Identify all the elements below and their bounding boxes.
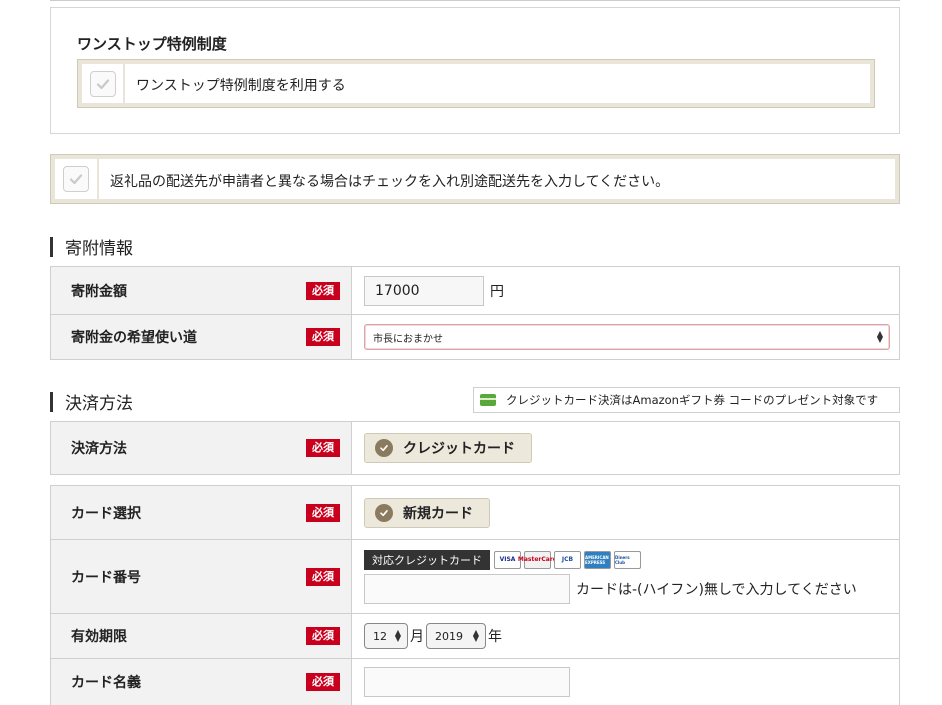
payment-heading-text: 決済方法 [65, 394, 133, 414]
card-number-input[interactable] [364, 573, 570, 604]
accepted-cards-banner: 対応クレジットカード VISA MasterCard JCB AMERICAN … [364, 549, 644, 570]
heading-bar [50, 236, 53, 257]
card-number-label-text: カード番号 [71, 569, 141, 586]
onestop-section: ワンストップ特例制度 ワンストップ特例制度を利用する [50, 7, 900, 134]
donation-usage-selected: 市長におまかせ [373, 333, 443, 345]
check-circle-icon [375, 439, 393, 457]
required-badge: 必須 [306, 673, 340, 691]
card-name-label: カード名義 必須 [51, 659, 352, 705]
updown-arrow-icon: ▲ ▼ [472, 628, 479, 643]
card-select-label: カード選択 必須 [51, 486, 352, 539]
payment-method-row: 決済方法 必須 クレジットカード [51, 422, 899, 474]
donation-usage-cell: 市長におまかせ ▲ ▼ [352, 315, 899, 359]
card-name-input[interactable] [364, 667, 570, 697]
donation-amount-cell: 17000 円 [352, 267, 899, 314]
expiry-cell: 12 ▲ ▼ 月 2019 ▲ ▼ 年 [352, 614, 899, 658]
expiry-month-select[interactable]: 12 ▲ ▼ [364, 623, 408, 649]
payment-method-label-text: 決済方法 [71, 441, 127, 457]
payment-method-cell: クレジットカード [352, 422, 899, 474]
required-badge: 必須 [306, 281, 340, 300]
payment-method-label: 決済方法 必須 [51, 422, 352, 474]
donation-amount-unit: 円 [490, 283, 504, 300]
donation-table: 寄附金額 必須 17000 円 寄附金の希望使い道 必須 市長におまかせ ▲ ▼ [50, 266, 900, 360]
accepted-cards-label: 対応クレジットカード [364, 549, 490, 570]
donation-amount-label-text: 寄附金額 [71, 283, 127, 300]
card-select-cell: 新規カード [352, 486, 899, 539]
card-number-cell: 対応クレジットカード VISA MasterCard JCB AMERICAN … [352, 540, 899, 613]
card-number-hint: カードは-(ハイフン)無しで入力してください [576, 581, 857, 598]
donation-usage-label: 寄附金の希望使い道 必須 [51, 315, 352, 359]
card-select-row: カード選択 必須 新規カード [51, 486, 899, 539]
expiry-row: 有効期限 必須 12 ▲ ▼ 月 2019 ▲ ▼ 年 [51, 613, 899, 658]
donation-heading: 寄附情報 [50, 234, 133, 259]
expiry-label-text: 有効期限 [71, 629, 127, 645]
mastercard-logo-icon: MasterCard [518, 550, 557, 569]
onestop-checkbox[interactable] [89, 70, 116, 97]
shipping-checkbox-label: 返礼品の配送先が申請者と異なる場合はチェックを入れ別途配送先を入力してください。 [110, 174, 670, 190]
required-badge: 必須 [306, 328, 340, 346]
diners-logo-icon: Diners Club [614, 550, 641, 569]
amazon-gift-note: クレジットカード決済はAmazonギフト券 コードのプレゼント対象です [473, 387, 900, 413]
heading-bar [50, 391, 53, 412]
expiry-label: 有効期限 必須 [51, 614, 352, 658]
onestop-checkbox-cell [82, 64, 123, 103]
required-badge: 必須 [306, 567, 340, 586]
expiry-year-value: 2019 [435, 629, 463, 643]
onestop-checkbox-row[interactable]: ワンストップ特例制度を利用する [77, 59, 875, 108]
card-table: カード選択 必須 新規カード カード番号 必須 対応クレジットカード VISA … [50, 485, 900, 705]
divider [123, 64, 125, 103]
required-badge: 必須 [306, 439, 340, 457]
donation-usage-row: 寄附金の希望使い道 必須 市長におまかせ ▲ ▼ [51, 314, 899, 359]
payment-method-value: クレジットカード [403, 441, 515, 457]
required-badge: 必須 [306, 627, 340, 645]
card-name-label-text: カード名義 [71, 675, 141, 691]
expiry-month-value: 12 [373, 629, 387, 643]
donation-amount-row: 寄附金額 必須 17000 円 [51, 267, 899, 314]
card-name-cell [352, 659, 899, 705]
top-divider [50, 0, 900, 1]
jcb-logo-icon: JCB [554, 550, 581, 569]
onestop-checkbox-label: ワンストップ特例制度を利用する [136, 78, 346, 94]
card-select-value: 新規カード [403, 505, 473, 522]
payment-method-credit-card-option[interactable]: クレジットカード [364, 433, 532, 463]
shipping-checkbox-cell [55, 159, 97, 199]
amazon-gift-note-text: クレジットカード決済はAmazonギフト券 コードのプレゼント対象です [506, 393, 879, 407]
donation-amount-input[interactable]: 17000 [364, 275, 484, 306]
donation-heading-text: 寄附情報 [65, 239, 133, 259]
card-number-label: カード番号 必須 [51, 540, 352, 613]
card-name-row: カード名義 必須 [51, 658, 899, 705]
check-circle-icon [375, 503, 393, 522]
card-select-label-text: カード選択 [71, 505, 141, 522]
new-card-option[interactable]: 新規カード [364, 497, 490, 528]
amex-logo-icon: AMERICAN EXPRESS [584, 550, 611, 569]
updown-arrow-icon: ▲ ▼ [394, 628, 401, 643]
expiry-year-select[interactable]: 2019 ▲ ▼ [426, 623, 486, 649]
updown-arrow-icon: ▲ ▼ [876, 329, 883, 344]
gift-card-icon [480, 394, 496, 406]
expiry-year-unit: 年 [488, 629, 502, 645]
shipping-checkbox[interactable] [63, 166, 89, 192]
payment-heading: 決済方法 [50, 389, 133, 414]
card-number-input-wrap: カードは-(ハイフン)無しで入力してください [364, 573, 857, 604]
donation-usage-label-text: 寄附金の希望使い道 [71, 330, 197, 346]
shipping-checkbox-row[interactable]: 返礼品の配送先が申請者と異なる場合はチェックを入れ別途配送先を入力してください。 [50, 154, 900, 204]
expiry-month-unit: 月 [410, 629, 424, 645]
payment-method-table: 決済方法 必須 クレジットカード [50, 421, 900, 475]
check-icon [69, 174, 83, 185]
donation-usage-select[interactable]: 市長におまかせ ▲ ▼ [364, 324, 890, 350]
check-icon [96, 78, 109, 89]
card-number-row: カード番号 必須 対応クレジットカード VISA MasterCard JCB … [51, 539, 899, 613]
required-badge: 必須 [306, 503, 340, 522]
donation-amount-label: 寄附金額 必須 [51, 267, 352, 314]
divider [97, 159, 99, 199]
onestop-title: ワンストップ特例制度 [77, 35, 227, 53]
